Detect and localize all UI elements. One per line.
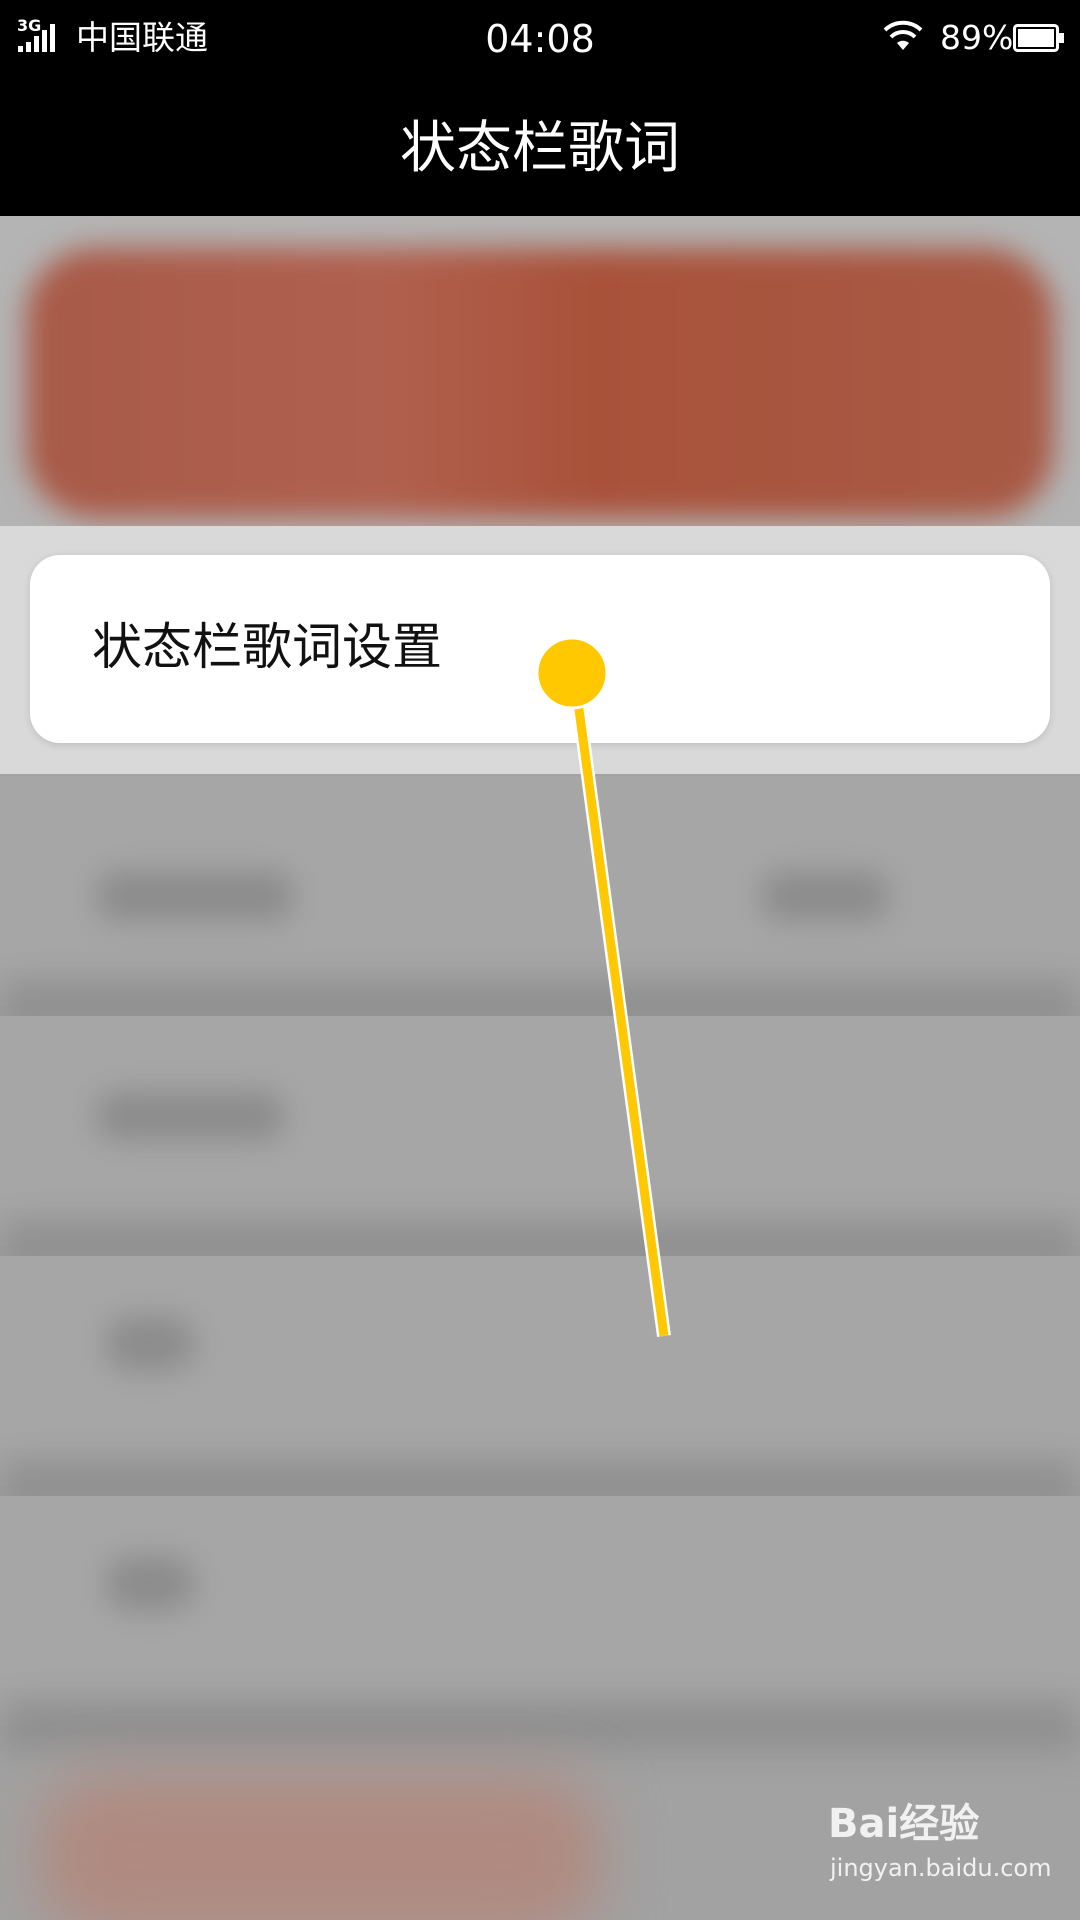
watermark-brand: Bai经验 [828, 1801, 980, 1847]
blurred-list-item [0, 776, 1080, 1006]
blurred-background [0, 216, 1080, 1920]
blurred-bottom-button [40, 1776, 600, 1920]
wifi-icon [883, 20, 923, 50]
blurred-list-item [0, 1496, 1080, 1726]
menu-item-lyrics-settings[interactable]: 状态栏歌词设置 [30, 555, 1050, 743]
watermark-url: jingyan.baidu.com [830, 1854, 1052, 1882]
blurred-list-item [0, 1256, 1080, 1486]
status-bar: 3G 中国联通 04:08 89% [0, 0, 1080, 78]
menu-item-label: 状态栏歌词设置 [92, 618, 442, 676]
blurred-list-item [0, 1016, 1080, 1246]
battery-percent: 89% [940, 18, 1014, 57]
blurred-banner [26, 248, 1054, 518]
page-title: 状态栏歌词 [400, 116, 680, 181]
baidu-jingyan-watermark: Bai经验 jingyan.baidu.com [828, 1800, 1058, 1900]
title-bar: 状态栏歌词 [0, 78, 1080, 216]
battery-icon [1013, 24, 1064, 52]
